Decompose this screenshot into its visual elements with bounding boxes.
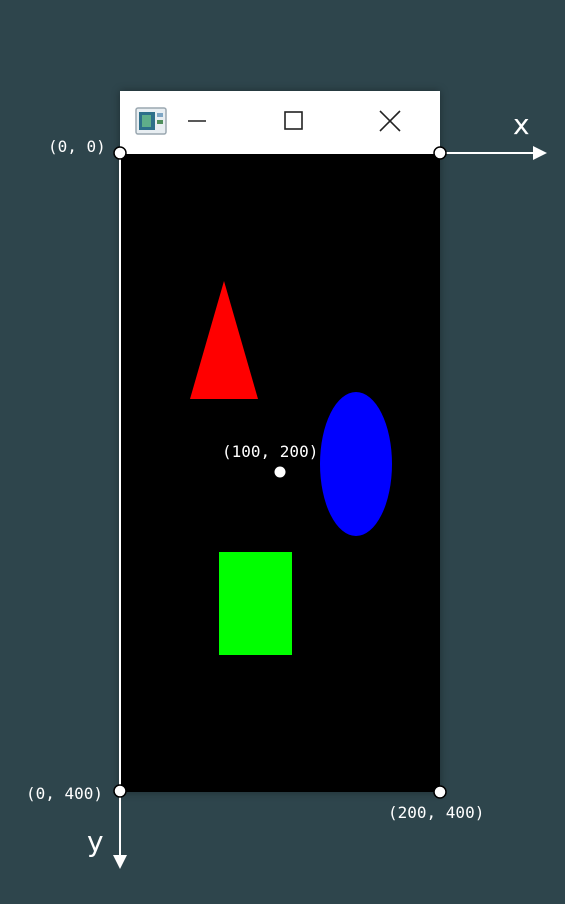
y-axis-arrowhead <box>113 855 127 869</box>
x-axis-arrowhead <box>533 146 547 160</box>
bottom-left-coordinate-label: (0, 400) <box>26 784 104 803</box>
bottom-left-marker <box>113 784 127 798</box>
center-coordinate-label: (100, 200) <box>222 442 319 461</box>
bottom-right-coordinate-label: (200, 400) <box>388 803 485 822</box>
origin-marker <box>113 146 127 160</box>
green-rectangle <box>219 552 292 655</box>
center-marker <box>274 466 286 478</box>
top-left-coordinate-label: (0, 0) <box>48 137 106 156</box>
x-axis-label: x <box>513 108 530 141</box>
top-right-marker <box>433 146 447 160</box>
blue-ellipse <box>320 392 392 536</box>
y-axis-label: y <box>87 825 104 858</box>
red-triangle <box>190 281 258 399</box>
bottom-right-marker <box>433 785 447 799</box>
